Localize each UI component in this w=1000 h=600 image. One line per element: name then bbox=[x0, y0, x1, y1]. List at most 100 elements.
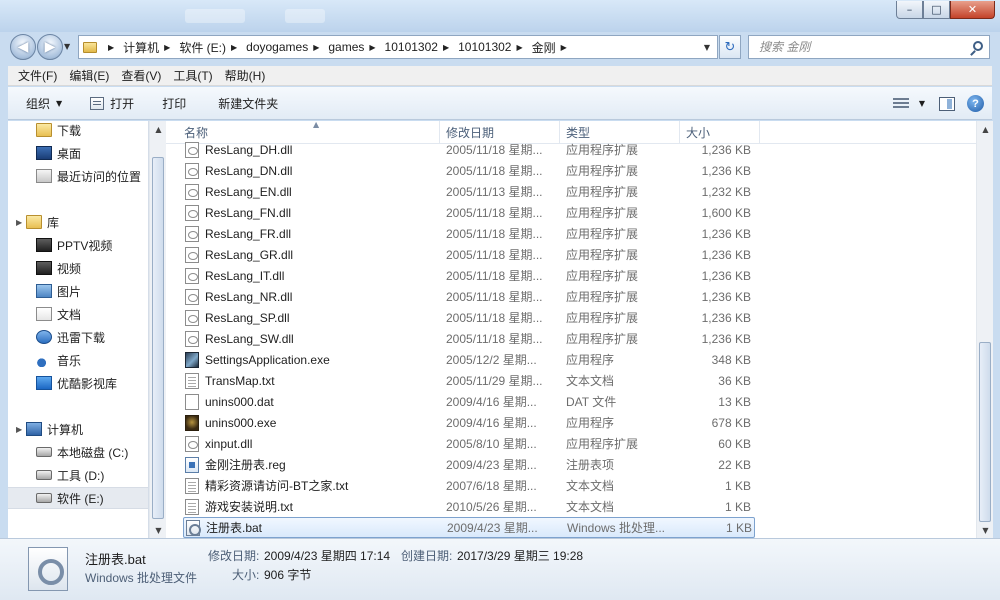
open-button[interactable]: 打开 bbox=[82, 91, 142, 115]
scroll-thumb[interactable] bbox=[152, 157, 164, 519]
menu-help[interactable]: 帮助(H) bbox=[219, 67, 272, 84]
organize-button[interactable]: 组织 ▼ bbox=[18, 91, 70, 115]
file-name: ResLang_DH.dll bbox=[205, 142, 293, 157]
file-type: 应用程序扩展 bbox=[566, 290, 639, 304]
file-row[interactable]: ResLang_FN.dll 2005/11/18 星期... 应用程序扩展 1,60… bbox=[183, 202, 755, 223]
sidebar-library-item[interactable]: 优酷影视库 bbox=[8, 372, 148, 394]
maximize-button[interactable]: □ bbox=[923, 1, 950, 19]
change-view-icon[interactable] bbox=[892, 97, 909, 110]
scroll-up-arrow[interactable]: ▲ bbox=[150, 121, 167, 137]
sidebar-drive-item[interactable]: 软件 (E:) bbox=[8, 487, 148, 509]
search-icon[interactable] bbox=[973, 41, 983, 51]
back-button[interactable]: ◀ bbox=[10, 34, 36, 60]
sidebar-drive-item[interactable]: 工具 (D:) bbox=[8, 464, 148, 486]
file-row[interactable]: 游戏安装说明.txt 2010/5/26 星期... 文本文档 1 KB bbox=[183, 496, 755, 517]
scroll-down-arrow[interactable]: ▼ bbox=[150, 522, 167, 538]
file-name: unins000.exe bbox=[205, 415, 277, 430]
sidebar-library-item[interactable]: 迅雷下载 bbox=[8, 326, 148, 348]
close-button[interactable]: ✕ bbox=[950, 1, 995, 19]
file-row[interactable]: unins000.dat 2009/4/16 星期... DAT 文件 13 KB bbox=[183, 391, 755, 412]
expand-arrow-icon[interactable]: ▶ bbox=[16, 218, 26, 227]
file-row[interactable]: ResLang_GR.dll 2005/11/18 星期... 应用程序扩展 1,23… bbox=[183, 244, 755, 265]
chevron-right-icon[interactable]: ▶ bbox=[231, 43, 237, 52]
print-button[interactable]: 打印 bbox=[154, 91, 194, 115]
file-row[interactable]: 金刚注册表.reg 2009/4/23 星期... 注册表项 22 KB bbox=[183, 454, 755, 475]
chevron-right-icon[interactable]: ▶ bbox=[561, 43, 567, 52]
breadcrumb-item[interactable]: 10101302 bbox=[458, 40, 511, 54]
file-row[interactable]: ResLang_DN.dll 2005/11/18 星期... 应用程序扩展 1,23… bbox=[183, 160, 755, 181]
sidebar-favorite-item[interactable]: 下载 bbox=[8, 121, 148, 141]
dll-file-icon bbox=[185, 183, 199, 200]
breadcrumb-item[interactable]: 计算机 bbox=[123, 39, 159, 56]
help-icon[interactable]: ? bbox=[967, 95, 984, 112]
scroll-up-arrow[interactable]: ▲ bbox=[977, 121, 994, 137]
breadcrumb-item[interactable]: games bbox=[328, 40, 364, 54]
file-row[interactable]: TransMap.txt 2005/11/29 星期... 文本文档 36 KB bbox=[183, 370, 755, 391]
expand-arrow-icon[interactable]: ▶ bbox=[16, 425, 26, 434]
file-row[interactable]: ResLang_NR.dll 2005/11/18 星期... 应用程序扩展 1,23… bbox=[183, 286, 755, 307]
file-name: 注册表.bat bbox=[206, 521, 263, 535]
chevron-right-icon[interactable]: ▶ bbox=[369, 43, 375, 52]
file-name-cell: ResLang_FR.dll bbox=[185, 225, 291, 242]
sidebar-computer-header[interactable]: ▶ 计算机 bbox=[8, 418, 148, 440]
navigation-pane-scrollbar[interactable]: ▲ ▼ bbox=[149, 121, 166, 538]
file-list-scrollbar[interactable]: ▲ ▼ bbox=[976, 121, 993, 538]
sidebar-favorite-item[interactable]: 桌面 bbox=[8, 142, 148, 164]
search-input[interactable] bbox=[759, 40, 959, 54]
chevron-right-icon[interactable]: ▶ bbox=[164, 43, 170, 52]
minimize-button[interactable]: – bbox=[896, 1, 923, 19]
file-row[interactable]: ResLang_IT.dll 2005/11/18 星期... 应用程序扩展 1,23… bbox=[183, 265, 755, 286]
search-box[interactable] bbox=[748, 35, 990, 59]
forward-button[interactable]: ▶ bbox=[37, 34, 63, 60]
file-row[interactable]: ResLang_FR.dll 2005/11/18 星期... 应用程序扩展 1,23… bbox=[183, 223, 755, 244]
refresh-button[interactable]: ↻ bbox=[719, 35, 741, 59]
preview-pane-icon[interactable] bbox=[939, 96, 955, 111]
chevron-right-icon[interactable]: ▶ bbox=[443, 43, 449, 52]
sidebar-libraries-header[interactable]: ▶ 库 bbox=[8, 211, 148, 233]
file-row[interactable]: SettingsApplication.exe 2005/12/2 星期... 应用… bbox=[183, 349, 755, 370]
chevron-right-icon[interactable]: ▶ bbox=[313, 43, 319, 52]
scroll-down-arrow[interactable]: ▼ bbox=[977, 522, 994, 538]
music-library-icon bbox=[36, 353, 52, 367]
breadcrumb-item[interactable]: 金刚 bbox=[532, 39, 556, 56]
sidebar-favorite-item[interactable]: 最近访问的位置 bbox=[8, 165, 148, 187]
file-row[interactable]: unins000.exe 2009/4/16 星期... 应用程序 678 KB bbox=[183, 412, 755, 433]
address-bar[interactable]: ▶ 计算机 ▶ 软件 (E:) ▶ doyogames ▶ games ▶ 10101302 ▶ 1… bbox=[78, 35, 718, 59]
menu-tools[interactable]: 工具(T) bbox=[167, 67, 218, 84]
folder-icon bbox=[83, 41, 97, 53]
file-name: SettingsApplication.exe bbox=[205, 352, 330, 367]
file-row[interactable]: 精彩资源请访问-BT之家.txt 2007/6/18 星期... 文本文档 1 KB bbox=[183, 475, 755, 496]
sidebar-library-item[interactable]: 视频 bbox=[8, 257, 148, 279]
scroll-thumb[interactable] bbox=[979, 342, 991, 522]
file-row[interactable]: ResLang_SW.dll 2005/11/18 星期... 应用程序扩展 1,23… bbox=[183, 328, 755, 349]
recent-pages-dropdown[interactable]: ▼ bbox=[64, 42, 70, 51]
chevron-right-icon[interactable]: ▶ bbox=[516, 43, 522, 52]
file-row[interactable]: ResLang_SP.dll 2005/11/18 星期... 应用程序扩展 1,23… bbox=[183, 307, 755, 328]
menu-file[interactable]: 文件(F) bbox=[12, 67, 63, 84]
sidebar-library-item[interactable]: PPTV视频 bbox=[8, 234, 148, 256]
address-history-dropdown[interactable]: ▼ bbox=[699, 38, 715, 56]
menu-edit[interactable]: 编辑(E) bbox=[63, 67, 115, 84]
organize-label: 组织 bbox=[26, 96, 51, 111]
sidebar-library-item[interactable]: 图片 bbox=[8, 280, 148, 302]
file-type: 应用程序扩展 bbox=[566, 437, 639, 451]
command-bar: 组织 ▼ 打开 打印 新建文件夹 ▼ ? bbox=[8, 87, 992, 120]
file-row[interactable]: 注册表.bat 2009/4/23 星期... Windows 批处理... 1 KB bbox=[183, 517, 755, 538]
chevron-right-icon[interactable]: ▶ bbox=[108, 43, 114, 52]
file-name-cell: 金刚注册表.reg bbox=[185, 456, 286, 473]
view-options-dropdown[interactable]: ▼ bbox=[919, 99, 925, 108]
file-row[interactable]: xinput.dll 2005/8/10 星期... 应用程序扩展 60 KB bbox=[183, 433, 755, 454]
nav-item-label: 音乐 bbox=[57, 353, 82, 368]
sidebar-library-item[interactable]: 文档 bbox=[8, 303, 148, 325]
menu-view[interactable]: 查看(V) bbox=[115, 67, 167, 84]
new-folder-button[interactable]: 新建文件夹 bbox=[210, 91, 286, 115]
breadcrumb-item[interactable]: 软件 (E:) bbox=[179, 39, 226, 56]
file-row[interactable]: ResLang_EN.dll 2005/11/13 星期... 应用程序扩展 1,23… bbox=[183, 181, 755, 202]
breadcrumb-item[interactable]: 10101302 bbox=[385, 40, 438, 54]
sidebar-drive-item[interactable]: 本地磁盘 (C:) bbox=[8, 441, 148, 463]
dat-file-icon bbox=[185, 393, 199, 410]
sidebar-library-item[interactable]: 音乐 bbox=[8, 349, 148, 371]
txt-file-icon bbox=[185, 477, 199, 494]
file-row[interactable]: ResLang_DH.dll 2005/11/18 星期... 应用程序扩展 1,23… bbox=[183, 139, 755, 160]
breadcrumb-item[interactable]: doyogames bbox=[246, 40, 308, 54]
